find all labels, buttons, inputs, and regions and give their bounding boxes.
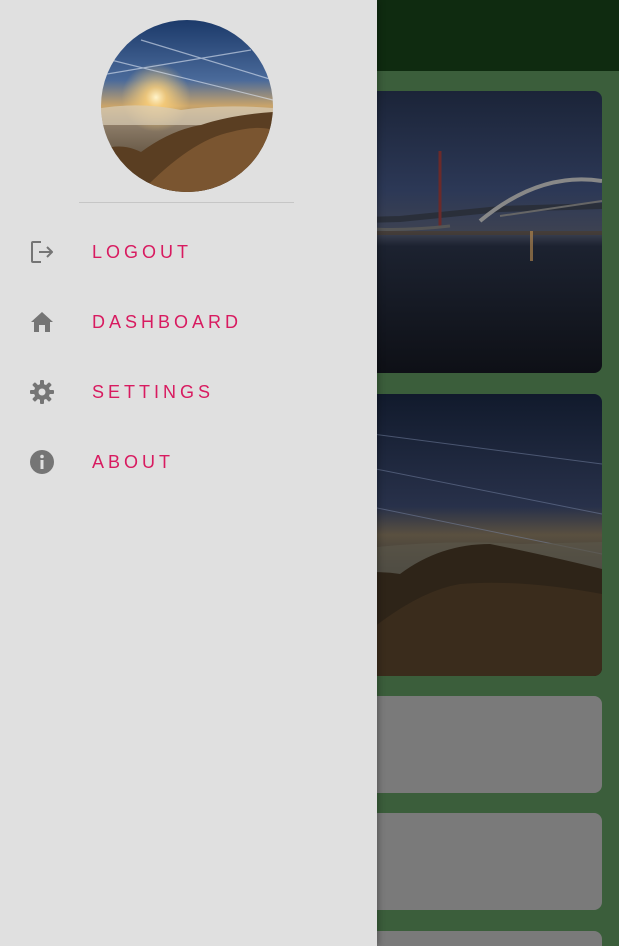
- menu-label-dashboard: DASHBOARD: [92, 311, 243, 332]
- info-icon: [28, 448, 56, 476]
- menu-label-settings: SETTINGS: [92, 381, 215, 402]
- menu-item-logout[interactable]: LOGOUT: [0, 217, 377, 287]
- profile-landscape-photo: [101, 20, 273, 192]
- menu-item-settings[interactable]: SETTINGS: [0, 357, 377, 427]
- menu-label-logout: LOGOUT: [92, 241, 193, 262]
- drawer-divider: [79, 202, 294, 203]
- menu-item-about[interactable]: ABOUT: [0, 427, 377, 497]
- drawer-menu: LOGOUT DASHBOARD SETTINGS ABOUT: [0, 217, 377, 497]
- profile-avatar[interactable]: [101, 20, 273, 192]
- menu-label-about: ABOUT: [92, 451, 175, 472]
- gear-icon: [28, 378, 56, 406]
- logout-icon: [28, 238, 56, 266]
- app-root: LOGOUT DASHBOARD SETTINGS ABOUT: [0, 0, 619, 946]
- home-icon: [28, 308, 56, 336]
- menu-item-dashboard[interactable]: DASHBOARD: [0, 287, 377, 357]
- navigation-drawer: LOGOUT DASHBOARD SETTINGS ABOUT: [0, 0, 377, 946]
